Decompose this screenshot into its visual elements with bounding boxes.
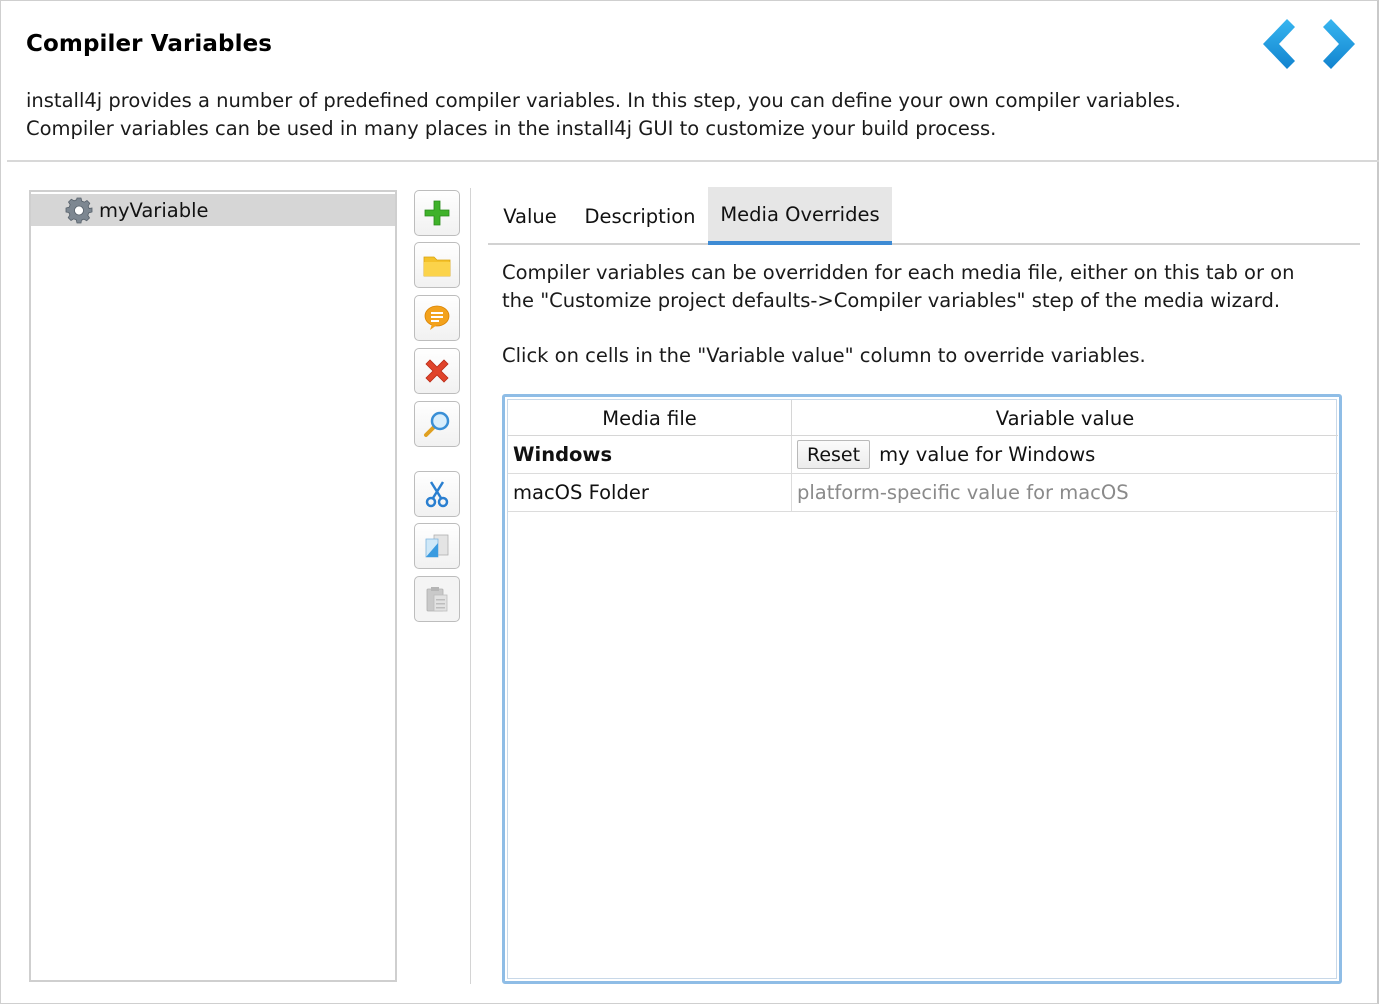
paste-icon (426, 587, 448, 612)
tab-bar: Value Description Media Overrides (488, 187, 1360, 245)
page-description: install4j provides a number of predefine… (26, 89, 1181, 140)
chevron-left-icon (1263, 19, 1295, 69)
overrides-hint-text: Click on cells in the "Variable value" c… (502, 344, 1146, 367)
copy-button[interactable] (414, 523, 460, 569)
paste-button[interactable] (414, 576, 460, 622)
chevron-right-icon (1323, 19, 1355, 69)
window-frame: Compiler Variables install4j provides a … (0, 0, 1379, 1004)
delete-x-icon (425, 359, 449, 383)
tree-item-label: myVariable (99, 198, 209, 222)
gear-icon (65, 197, 93, 224)
tab-value[interactable]: Value (488, 187, 572, 245)
delete-button[interactable] (414, 348, 460, 394)
magnifier-icon (424, 411, 450, 437)
column-header-variable-value[interactable]: Variable value (792, 400, 1338, 436)
page-header: Compiler Variables install4j provides a … (7, 1, 1379, 162)
plus-icon (424, 200, 450, 226)
add-folder-button[interactable] (414, 242, 460, 288)
forward-button[interactable] (1319, 15, 1367, 73)
vertical-divider (470, 188, 471, 984)
page-title: Compiler Variables (26, 31, 273, 57)
column-header-media-file[interactable]: Media file (508, 400, 792, 436)
cut-button[interactable] (414, 471, 460, 517)
table-row[interactable]: Windows Reset my value for Windows (508, 436, 1338, 474)
variable-value-cell[interactable]: platform-specific value for macOS (792, 474, 1338, 511)
search-button[interactable] (414, 401, 460, 447)
folder-icon (423, 256, 451, 277)
reset-button[interactable]: Reset (797, 440, 871, 469)
media-overrides-table[interactable]: Media file Variable value Windows Reset … (502, 394, 1342, 984)
variable-value-cell[interactable]: Reset my value for Windows (792, 436, 1338, 473)
copy-icon (425, 534, 449, 558)
overrides-info-text: Compiler variables can be overridden for… (502, 261, 1295, 312)
scissors-icon (425, 481, 449, 508)
table-body: Media file Variable value Windows Reset … (507, 399, 1338, 979)
table-row[interactable]: macOS Folder platform-specific value for… (508, 474, 1338, 512)
media-file-cell: macOS Folder (508, 474, 792, 511)
variable-tree[interactable]: myVariable (29, 190, 397, 982)
add-button[interactable] (414, 190, 460, 236)
media-file-cell: Windows (508, 436, 792, 473)
variable-value-text: my value for Windows (879, 443, 1096, 466)
tree-item-myvariable[interactable]: myVariable (31, 194, 395, 226)
table-header: Media file Variable value (508, 400, 1338, 436)
add-comment-button[interactable] (414, 295, 460, 341)
comment-icon (424, 305, 450, 330)
tab-media-overrides[interactable]: Media Overrides (708, 187, 892, 245)
tab-description[interactable]: Description (572, 187, 708, 245)
back-button[interactable] (1251, 15, 1299, 73)
